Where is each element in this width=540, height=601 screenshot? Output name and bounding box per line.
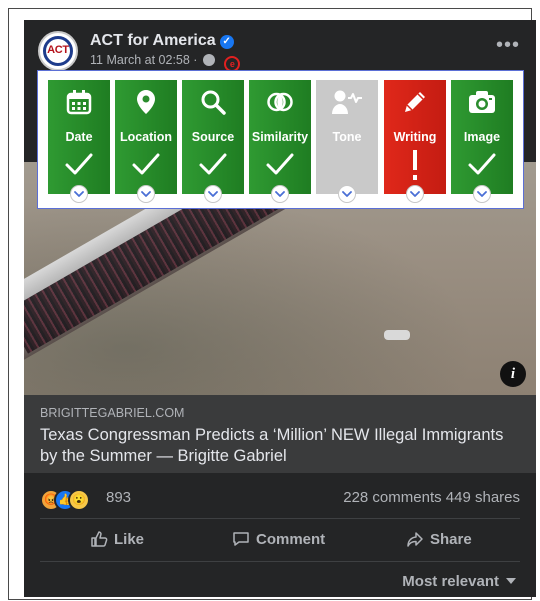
thumbs-up-icon bbox=[91, 531, 108, 547]
like-button[interactable]: Like bbox=[90, 530, 144, 552]
calendar-icon bbox=[48, 88, 110, 116]
pencil-icon bbox=[384, 88, 446, 116]
tile-image[interactable]: Image bbox=[451, 80, 513, 203]
tile-label: Source bbox=[191, 130, 235, 144]
divider-bottom bbox=[40, 561, 520, 562]
tile-tone[interactable]: Tone bbox=[316, 80, 378, 203]
link-domain: BRIGITTEGABRIEL.COM bbox=[40, 406, 185, 420]
tile-writing[interactable]: Writing bbox=[384, 80, 446, 203]
comment-icon bbox=[233, 532, 249, 546]
link-headline[interactable]: Texas Congressman Predicts a ‘Million’ N… bbox=[40, 425, 520, 467]
tile-label: Image bbox=[463, 130, 501, 144]
sort-label: Most relevant bbox=[402, 573, 499, 590]
expand-chevron-icon[interactable] bbox=[406, 185, 424, 203]
page-avatar[interactable]: ACT bbox=[38, 31, 78, 71]
caret-down-icon bbox=[506, 578, 516, 584]
expand-chevron-icon[interactable] bbox=[70, 185, 88, 203]
expand-chevron-icon[interactable] bbox=[271, 185, 289, 203]
tile-label: Tone bbox=[332, 130, 362, 144]
verification-overlay: Date Location Source Similarity Tone Writing I… bbox=[37, 70, 524, 209]
tile-location[interactable]: Location bbox=[115, 80, 177, 203]
comment-label: Comment bbox=[256, 531, 326, 548]
map-pin-icon bbox=[115, 88, 177, 116]
verified-badge-icon: ✓ bbox=[219, 35, 234, 49]
image-boat bbox=[384, 330, 410, 340]
share-button[interactable]: Share bbox=[406, 530, 472, 552]
tile-source[interactable]: Source bbox=[182, 80, 244, 203]
comments-shares-count[interactable]: 228 comments 449 shares bbox=[343, 489, 520, 506]
share-label: Share bbox=[430, 531, 472, 548]
checkmark-icon bbox=[451, 150, 513, 180]
avatar-logo-text: ACT bbox=[47, 44, 69, 56]
page-name[interactable]: ACT for America ✓ bbox=[90, 32, 234, 50]
page-name-text[interactable]: ACT for America bbox=[90, 32, 216, 49]
exclamation-icon bbox=[384, 150, 446, 180]
camera-icon bbox=[451, 88, 513, 116]
checkmark-icon bbox=[249, 150, 311, 180]
sort-comments-dropdown[interactable]: Most relevant bbox=[402, 573, 516, 590]
share-arrow-icon bbox=[407, 532, 423, 547]
link-preview[interactable]: BRIGITTEGABRIEL.COM Texas Congressman Pr… bbox=[24, 395, 536, 473]
expand-chevron-icon[interactable] bbox=[204, 185, 222, 203]
expand-chevron-icon[interactable] bbox=[137, 185, 155, 203]
checkmark-icon bbox=[115, 150, 177, 180]
tile-label: Location bbox=[119, 130, 173, 144]
divider-top bbox=[40, 518, 520, 519]
comment-button[interactable]: Comment bbox=[232, 530, 325, 552]
tile-label: Date bbox=[65, 130, 93, 144]
like-label: Like bbox=[114, 531, 145, 548]
globe-icon bbox=[202, 54, 215, 66]
checkmark-icon bbox=[182, 150, 244, 180]
checkmark-icon bbox=[48, 150, 110, 180]
magnifier-icon bbox=[182, 88, 244, 116]
tile-date[interactable]: Date bbox=[48, 80, 110, 203]
reaction-count[interactable]: 893 bbox=[106, 489, 131, 506]
more-options-button[interactable]: ••• bbox=[496, 34, 520, 57]
person-voice-icon bbox=[316, 88, 378, 116]
tile-label: Similarity bbox=[251, 130, 309, 144]
overlap-circles-icon bbox=[249, 88, 311, 116]
expand-chevron-icon[interactable] bbox=[338, 185, 356, 203]
tile-similarity[interactable]: Similarity bbox=[249, 80, 311, 203]
wow-reaction-icon: 😮 bbox=[68, 489, 90, 511]
tile-label: Writing bbox=[393, 130, 437, 144]
expand-chevron-icon[interactable] bbox=[473, 185, 491, 203]
post-timestamp[interactable]: 11 March at 02:58 · bbox=[90, 53, 197, 67]
info-button[interactable]: i bbox=[500, 361, 526, 387]
